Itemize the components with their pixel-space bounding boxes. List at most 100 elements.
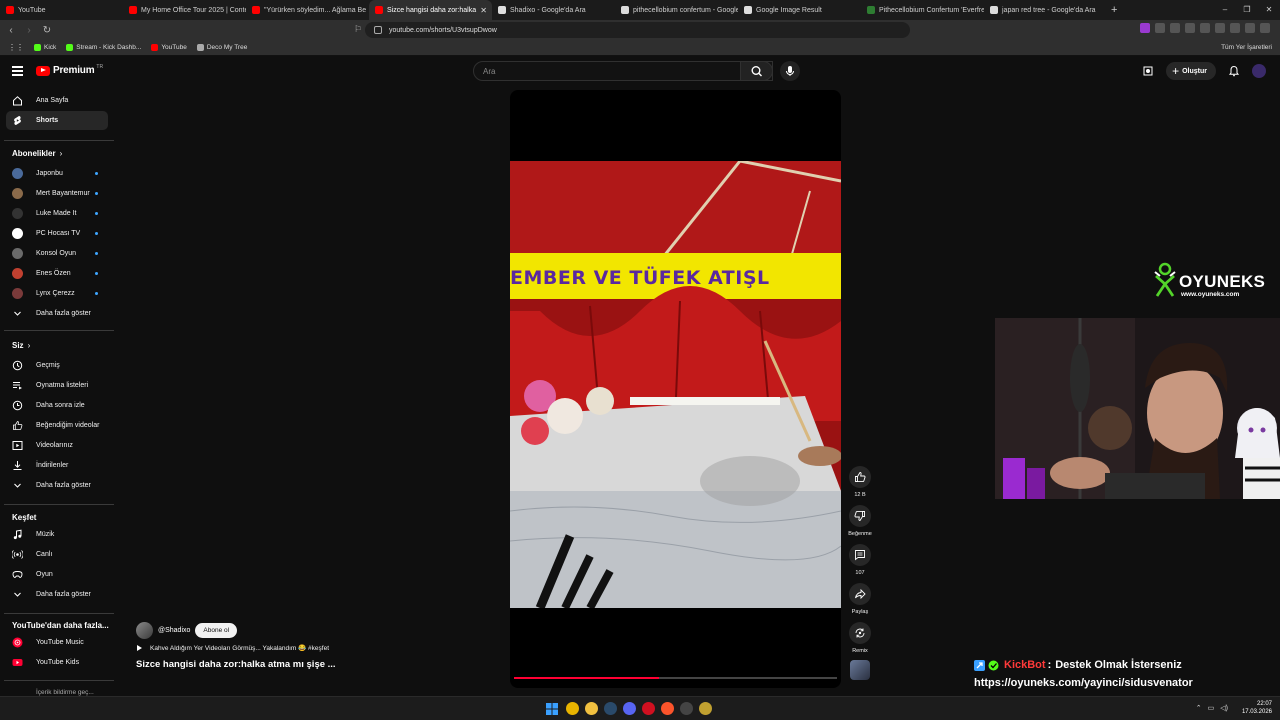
search-input[interactable]: Ara <box>473 61 773 81</box>
discord-icon[interactable] <box>623 702 636 715</box>
close-window-icon[interactable]: ✕ <box>1258 0 1280 20</box>
like-button[interactable] <box>849 466 871 488</box>
show-more-explore[interactable]: Daha fazla göster <box>6 585 108 604</box>
channel-avatar[interactable] <box>136 622 153 639</box>
subscription-item[interactable]: Konsol Oyun <box>6 244 108 263</box>
cast-icon[interactable] <box>1142 65 1154 77</box>
shorts-player[interactable]: EMBER VE TÜFEK ATIŞL <box>510 90 841 688</box>
bookmark-icon[interactable]: ⚐ <box>354 24 362 35</box>
extension-icon[interactable] <box>1215 23 1225 33</box>
subscribe-button[interactable]: Abone ol <box>195 623 238 638</box>
taskbar-clock[interactable]: 22:07 17.03.2026 <box>1242 700 1272 716</box>
browser-tab[interactable]: "Yürürken söyledim... Ağlama Be <box>246 0 369 20</box>
browser-tab[interactable]: pithecellobium confertum - Google'd <box>615 0 738 20</box>
site-info-icon[interactable] <box>374 26 382 34</box>
account-avatar[interactable] <box>1252 64 1266 78</box>
video-frame[interactable]: EMBER VE TÜFEK ATIŞL <box>510 161 841 608</box>
minimize-icon[interactable]: – <box>1214 0 1236 20</box>
video-progress-bar[interactable] <box>514 677 837 679</box>
brave-icon[interactable] <box>661 702 674 715</box>
share-button[interactable] <box>849 583 871 605</box>
sidebar-item-history[interactable]: Geçmiş <box>6 356 108 375</box>
reload-icon[interactable]: ↻ <box>40 25 54 36</box>
restore-icon[interactable]: ❐ <box>1236 0 1258 20</box>
new-tab-button[interactable]: + <box>1111 4 1117 16</box>
show-more-you[interactable]: Daha fazla göster <box>6 476 108 495</box>
browser-tab[interactable]: Pithecellobium Confertum 'Everfres <box>861 0 984 20</box>
app-icon[interactable] <box>699 702 712 715</box>
create-button[interactable]: + Oluştur <box>1166 62 1216 80</box>
sound-description[interactable]: Kahve Aldığım Yer Videoları Görmüş... Ya… <box>137 644 329 652</box>
bookmark-item[interactable]: YouTube <box>151 44 187 51</box>
extension-icon[interactable] <box>1155 23 1165 33</box>
extension-icon[interactable] <box>1185 23 1195 33</box>
bookmark-item[interactable]: Kick <box>34 44 56 51</box>
browser-tab[interactable]: Sizce hangisi daha zor:halka ✕ <box>369 0 492 20</box>
sidebar-item-watch-later[interactable]: Daha sonra izle <box>6 396 108 415</box>
video-title[interactable]: Sizce hangisi daha zor:halka atma mı şiş… <box>136 659 336 670</box>
back-icon[interactable]: ‹ <box>4 25 18 36</box>
extension-icon[interactable] <box>1200 23 1210 33</box>
browser-tab[interactable]: YouTube <box>0 0 123 20</box>
subscription-item[interactable]: Japonbu <box>6 164 108 183</box>
subscription-item[interactable]: Luke Made It <box>6 204 108 223</box>
tab-close-icon[interactable]: ✕ <box>480 6 487 15</box>
subscription-item[interactable]: Enes Özen <box>6 264 108 283</box>
sidebar-footer-text[interactable]: İçerik bildirme geç... <box>36 689 94 696</box>
youtube-premium-logo[interactable]: Premium TR <box>36 64 103 76</box>
subscriptions-heading[interactable]: Abonelikler › <box>12 149 62 158</box>
menu-icon[interactable] <box>12 66 23 76</box>
comments-button[interactable] <box>849 544 871 566</box>
sidebar-item-shorts[interactable]: Shorts <box>6 111 108 130</box>
notifications-icon[interactable] <box>1228 65 1240 77</box>
sidebar-item-downloads[interactable]: İndirilenler <box>6 456 108 475</box>
you-heading[interactable]: Siz › <box>12 341 30 350</box>
chrome-icon[interactable] <box>566 702 579 715</box>
more-from-youtube-heading[interactable]: YouTube'dan daha fazla... <box>12 621 109 630</box>
search-button[interactable] <box>740 61 773 81</box>
sidebar-item-live[interactable]: Canlı <box>6 545 108 564</box>
tray-chevron-icon[interactable]: ⌃ <box>1196 704 1202 712</box>
all-bookmarks-link[interactable]: Tüm Yer İşaretleri <box>1221 44 1272 51</box>
sidebar-item-yt-music[interactable]: YouTube Music <box>6 633 108 652</box>
extension-icon[interactable] <box>1170 23 1180 33</box>
sidebar-item-liked[interactable]: Beğendiğim videolar <box>6 416 108 435</box>
sidebar-item-home[interactable]: Ana Sayfa <box>6 91 108 110</box>
sidebar-item-your-videos[interactable]: Videolarınız <box>6 436 108 455</box>
sidebar-item-playlists[interactable]: Oynatma listeleri <box>6 376 108 395</box>
explorer-icon[interactable] <box>585 702 598 715</box>
sound-thumbnail[interactable] <box>850 660 870 680</box>
yt-music-icon <box>12 637 23 648</box>
show-more-subscriptions[interactable]: Daha fazla göster <box>6 304 108 323</box>
browser-tab[interactable]: My Home Office Tour 2025 | Content <box>123 0 246 20</box>
channel-name[interactable]: @Shadixo <box>158 627 190 634</box>
subscription-item[interactable]: PC Hocası TV <box>6 224 108 243</box>
extension-icon[interactable] <box>1140 23 1150 33</box>
dislike-button[interactable] <box>849 505 871 527</box>
browser-tab[interactable]: japan red tree - Google'da Ara <box>984 0 1107 20</box>
network-icon[interactable]: ▭ <box>1208 704 1215 712</box>
volume-icon[interactable]: ◁) <box>1220 704 1228 712</box>
apps-icon[interactable]: ⋮⋮ <box>8 43 24 52</box>
sidebar-item-music[interactable]: Müzik <box>6 525 108 544</box>
browser-tab[interactable]: Google Image Result <box>738 0 861 20</box>
browser-tab[interactable]: Shadixo - Google'da Ara <box>492 0 615 20</box>
forward-icon[interactable]: › <box>22 25 36 36</box>
windows-icon[interactable] <box>544 701 560 717</box>
extension-icon[interactable] <box>1230 23 1240 33</box>
explore-heading[interactable]: Keşfet <box>12 513 36 522</box>
bookmark-item[interactable]: Deco My Tree <box>196 44 247 51</box>
remix-button[interactable] <box>849 622 871 644</box>
sidebar-item-gaming[interactable]: Oyun <box>6 565 108 584</box>
subscription-item[interactable]: Lynx Çerezz <box>6 284 108 303</box>
steam-icon[interactable] <box>604 702 617 715</box>
bookmark-item[interactable]: Stream - Kick Dashb... <box>66 44 141 51</box>
url-bar[interactable]: youtube.com/shorts/U3vtsupDwow <box>365 22 910 38</box>
sidebar-item-yt-kids[interactable]: YouTube Kids <box>6 653 108 672</box>
extension-icon[interactable] <box>1245 23 1255 33</box>
opera-icon[interactable] <box>642 702 655 715</box>
subscription-item[interactable]: Mert Bayantemur <box>6 184 108 203</box>
voice-search-button[interactable] <box>780 61 800 81</box>
menu-icon[interactable] <box>1260 23 1270 33</box>
obs-icon[interactable] <box>680 702 693 715</box>
